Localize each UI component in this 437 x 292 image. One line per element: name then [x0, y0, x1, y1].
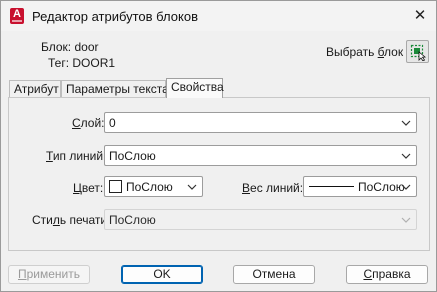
- linetype-value: ПоСлою: [109, 149, 156, 163]
- ok-button[interactable]: OK: [121, 265, 203, 284]
- select-block-label: Выбрать блок: [326, 45, 404, 59]
- block-name: Блок: door: [41, 40, 99, 54]
- tab-text-options[interactable]: Параметры текста: [61, 80, 169, 97]
- linetype-select[interactable]: ПоСлою: [104, 145, 417, 166]
- layer-label: Слой:: [72, 116, 105, 130]
- chevron-down-icon: [401, 184, 411, 190]
- window-title: Редактор атрибутов блоков: [32, 9, 198, 24]
- tab-attribute[interactable]: Атрибут: [9, 80, 61, 97]
- plotstyle-value: ПоСлою: [109, 213, 156, 227]
- lineweight-label: Вес линий:: [242, 181, 304, 195]
- color-swatch: [109, 180, 122, 193]
- apply-button[interactable]: Применить: [8, 265, 90, 284]
- tag-name: Тег: DOOR1: [48, 56, 116, 70]
- color-select[interactable]: ПоСлою: [104, 176, 203, 197]
- lineweight-select[interactable]: ПоСлою: [303, 176, 417, 197]
- plotstyle-select[interactable]: ПоСлою: [104, 209, 417, 230]
- chevron-down-icon: [187, 184, 197, 190]
- lineweight-sample-line: [309, 186, 354, 187]
- layer-value: 0: [109, 116, 116, 130]
- select-block-button[interactable]: [406, 40, 429, 63]
- chevron-down-icon: [401, 217, 411, 223]
- layer-select[interactable]: 0: [104, 112, 417, 133]
- title-bar[interactable]: A Редактор атрибутов блоков ✕: [1, 1, 436, 31]
- chevron-down-icon: [401, 120, 411, 126]
- plotstyle-label: Стиль печати:: [32, 213, 111, 227]
- close-icon[interactable]: ✕: [407, 4, 433, 28]
- lineweight-value: ПоСлою: [358, 180, 405, 194]
- autocad-app-icon: A: [10, 8, 24, 24]
- block-attribute-editor-dialog: A Редактор атрибутов блоков ✕ Блок: door…: [0, 0, 437, 292]
- color-label: Цвет:: [73, 181, 104, 195]
- cancel-button[interactable]: Отмена: [233, 265, 315, 284]
- color-value: ПоСлою: [126, 180, 173, 194]
- linetype-label: Тип линий:: [46, 149, 107, 163]
- tab-properties[interactable]: Свойства: [166, 78, 224, 98]
- chevron-down-icon: [401, 153, 411, 159]
- help-button[interactable]: Справка: [346, 265, 428, 284]
- select-block-icon: [410, 44, 427, 61]
